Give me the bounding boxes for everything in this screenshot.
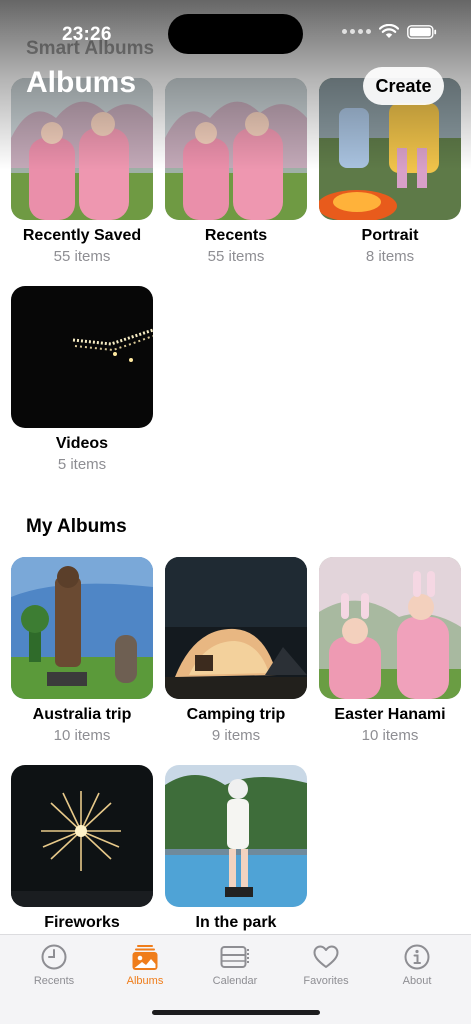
album-count: 55 items (207, 248, 265, 265)
album-count: 10 items (361, 727, 419, 744)
album-thumbnail (11, 286, 153, 428)
tab-recents[interactable]: Recents (14, 943, 94, 987)
clock-icon (41, 944, 67, 970)
status-icons (342, 24, 437, 39)
info-icon (404, 944, 430, 970)
album-name: Camping trip (186, 706, 286, 723)
tab-albums[interactable]: Albums (105, 943, 185, 987)
album-count: 8 items (365, 248, 415, 265)
cellular-signal-icon (342, 29, 371, 34)
album-count: 55 items (53, 248, 111, 265)
album-videos[interactable]: Videos 5 items (11, 286, 153, 473)
album-recents[interactable]: Recents 55 items (165, 78, 307, 265)
dynamic-island (168, 14, 303, 54)
album-count: 5 items (57, 456, 107, 473)
create-button[interactable]: Create (363, 67, 444, 105)
battery-icon (407, 24, 437, 39)
tab-label: Albums (126, 975, 164, 987)
album-name: Australia trip (32, 706, 132, 723)
album-in-the-park[interactable]: In the park (165, 765, 307, 935)
tab-about[interactable]: About (377, 943, 457, 987)
album-easter-hanami[interactable]: Easter Hanami 10 items (319, 557, 461, 744)
album-thumbnail (319, 557, 461, 699)
home-indicator[interactable] (152, 1010, 320, 1015)
heart-icon (313, 945, 339, 968)
page-title: Albums (26, 66, 137, 99)
tab-label: Recents (33, 975, 75, 987)
album-name: Fireworks (44, 914, 120, 931)
album-name: Recently Saved (22, 227, 142, 244)
album-recently-saved[interactable]: Recently Saved 55 items (11, 78, 153, 265)
album-thumbnail (11, 765, 153, 907)
album-thumbnail (165, 765, 307, 907)
album-camping-trip[interactable]: Camping trip 9 items (165, 557, 307, 744)
album-name: Recents (204, 227, 268, 244)
tab-label: Calendar (212, 975, 258, 987)
tab-favorites[interactable]: Favorites (286, 943, 366, 987)
my-albums-section-title: My Albums (26, 516, 127, 537)
status-bar: 23:26 (0, 0, 471, 70)
album-name: In the park (195, 914, 277, 931)
album-name: Videos (55, 435, 109, 452)
album-portrait[interactable]: Portrait 8 items (319, 78, 461, 265)
album-name: Portrait (361, 227, 419, 244)
album-thumbnail (165, 78, 307, 220)
album-australia-trip[interactable]: Australia trip 10 items (11, 557, 153, 744)
album-count: 9 items (211, 727, 261, 744)
tab-label: Favorites (303, 975, 349, 987)
album-thumbnail (11, 557, 153, 699)
tab-calendar[interactable]: Calendar (195, 943, 275, 987)
calendar-icon (220, 946, 249, 968)
album-thumbnail (165, 557, 307, 699)
album-name: Easter Hanami (334, 706, 446, 723)
tab-label: About (402, 975, 432, 987)
album-fireworks[interactable]: Fireworks (11, 765, 153, 935)
photo-stack-icon (132, 945, 158, 970)
status-time: 23:26 (62, 24, 112, 45)
album-count: 10 items (53, 727, 111, 744)
wifi-icon (379, 24, 399, 38)
